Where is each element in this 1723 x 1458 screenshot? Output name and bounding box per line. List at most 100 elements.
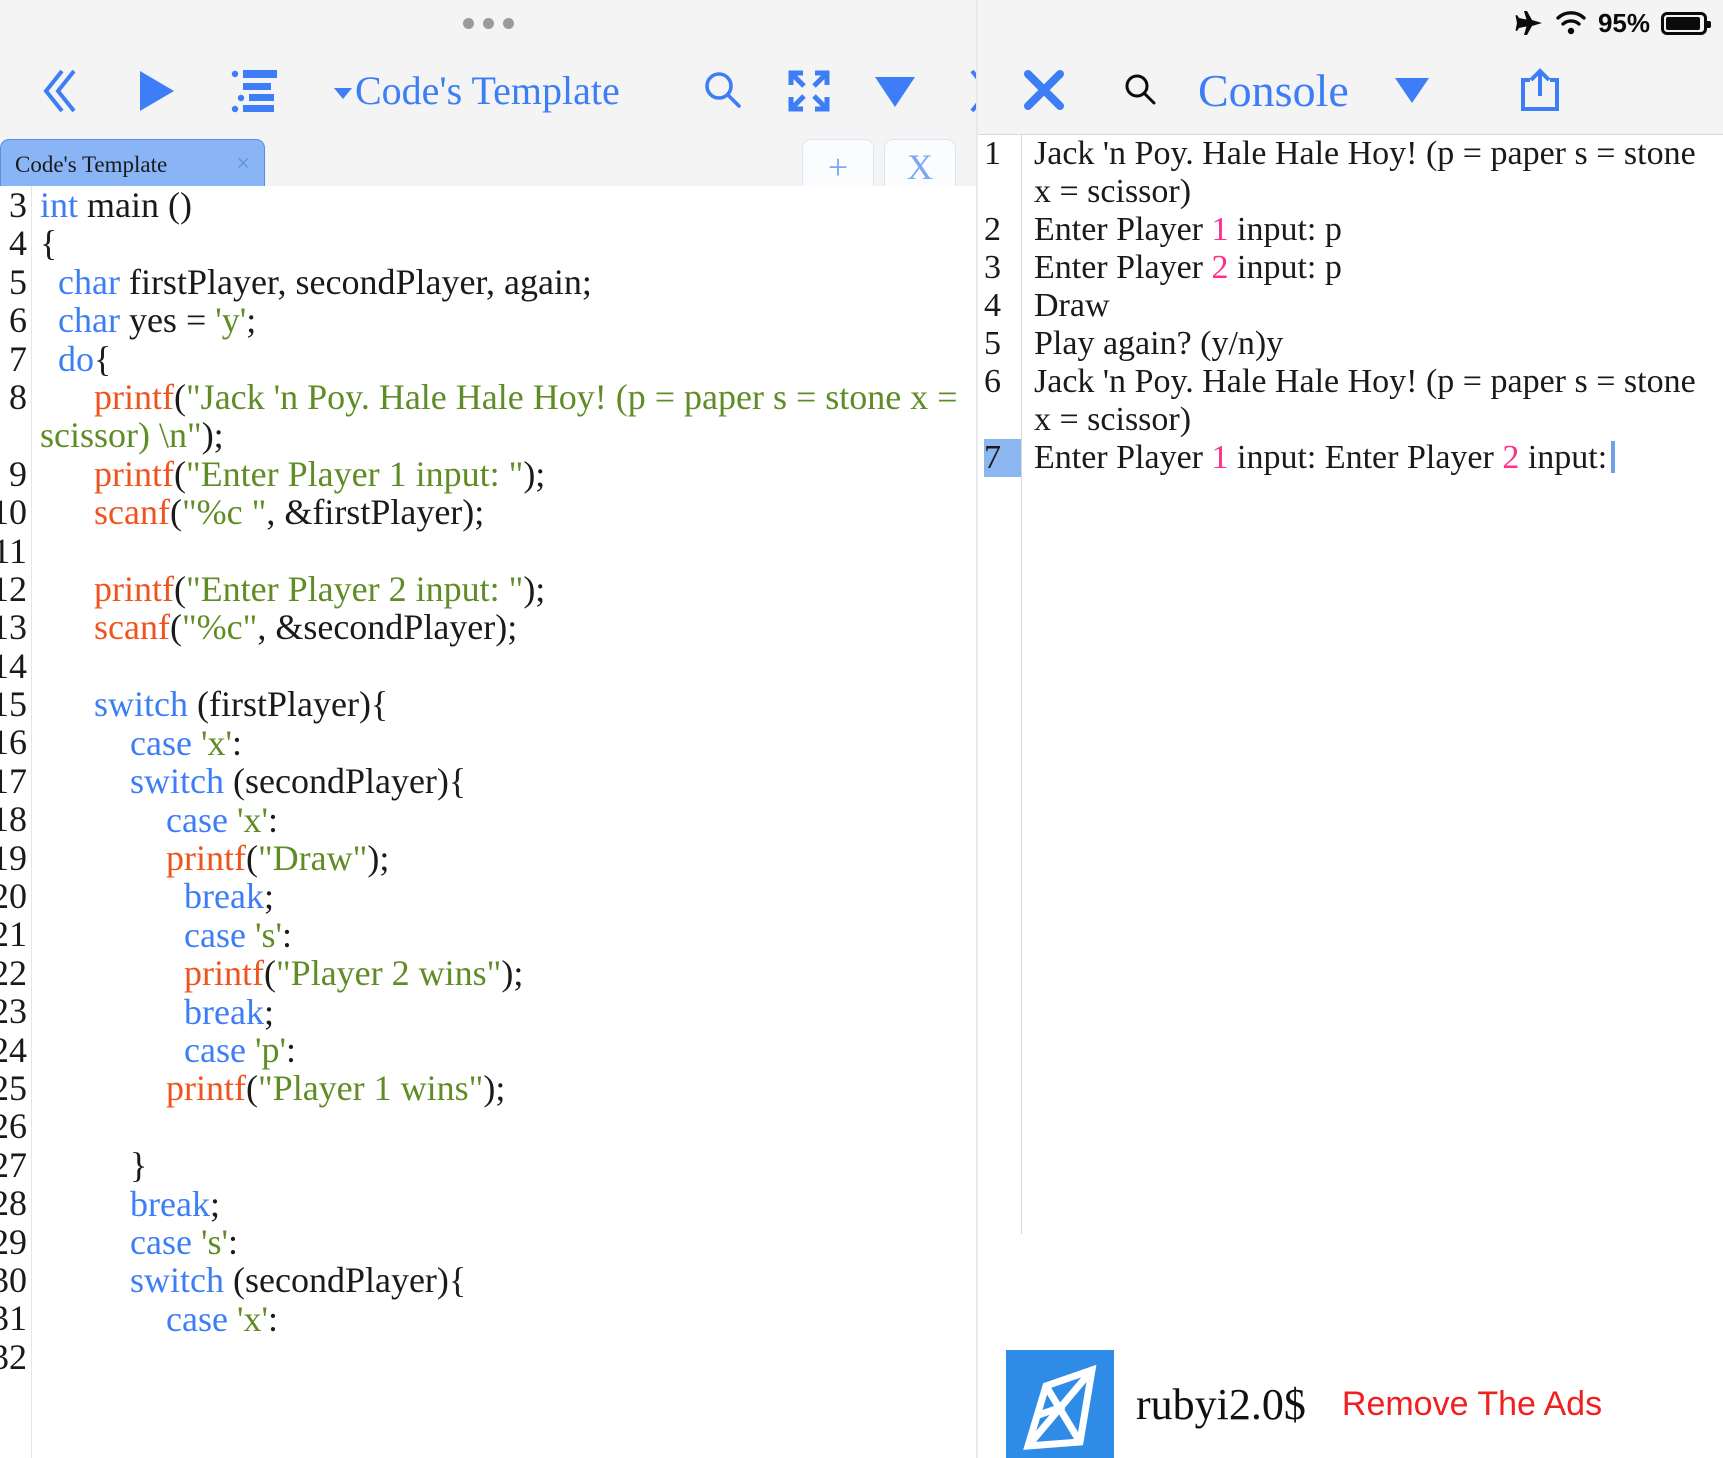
code-line: printf("Enter Player 1 input: "); xyxy=(40,455,976,493)
grabber-dot xyxy=(462,17,474,29)
code-token: 'x' xyxy=(236,1298,268,1339)
console-dropdown-button[interactable] xyxy=(1369,77,1455,103)
code-token: : xyxy=(267,799,278,840)
play-icon xyxy=(140,70,174,111)
code-token: ( xyxy=(245,837,258,878)
collapse-left-button[interactable] xyxy=(18,65,108,117)
code-line: case 'p': xyxy=(40,1031,976,1069)
line-number: 15 xyxy=(0,684,27,725)
code-token: 's' xyxy=(200,1221,228,1262)
line-number: 11 xyxy=(0,530,27,571)
code-token: ; xyxy=(263,876,274,917)
outline-button[interactable] xyxy=(204,68,304,114)
code-token: ); xyxy=(201,415,224,456)
collapse-right-button[interactable] xyxy=(938,65,976,117)
grabber-dot xyxy=(482,17,494,29)
code-token: ( xyxy=(173,569,186,610)
editor-tab-codes-template[interactable]: Code's Template × xyxy=(0,139,265,189)
editor-chrome: Code's Template xyxy=(0,0,976,133)
run-button[interactable] xyxy=(108,67,204,115)
editor-search-button[interactable] xyxy=(680,70,766,112)
code-editor-surface[interactable]: 3456789101112131415161718192021222324252… xyxy=(0,186,976,1458)
code-token: case xyxy=(184,1029,246,1070)
console-line: Jack 'n Poy. Hale Hale Hoy! (p = paper s… xyxy=(1034,363,1719,439)
app-root: Code's Template Code's Template × + X 3 … xyxy=(0,0,1723,1458)
code-line: do{ xyxy=(40,338,976,379)
code-token: printf xyxy=(94,569,174,610)
code-line: int main () xyxy=(40,186,976,224)
line-number: 19 xyxy=(0,837,27,878)
console-line-number: 7 xyxy=(984,439,1021,477)
line-number: 32 xyxy=(0,1336,27,1377)
code-token: ); xyxy=(523,569,546,610)
console-output-area[interactable]: 1234567 Jack 'n Poy. Hale Hale Hoy! (p =… xyxy=(978,134,1723,1234)
remove-ads-link[interactable]: Remove The Ads xyxy=(1342,1385,1602,1424)
document-title-label: Code's Template xyxy=(355,68,620,113)
code-line: case 'x': xyxy=(40,799,976,840)
editor-dropdown-button[interactable] xyxy=(852,73,938,109)
ios-status-bar: 95% xyxy=(978,0,1723,46)
line-number: 27 xyxy=(0,1144,27,1185)
code-token: ); xyxy=(523,453,546,494)
console-search-button[interactable] xyxy=(1100,71,1180,109)
code-token: ); xyxy=(501,953,524,994)
code-token: case xyxy=(166,799,228,840)
code-line: case 's': xyxy=(40,916,976,954)
console-line: Play again? (y/n)y xyxy=(1034,325,1719,363)
editor-code-text[interactable]: int main () { char firstPlayer, secondPla… xyxy=(32,186,976,1458)
console-text: Play again? (y/n)y xyxy=(1034,325,1284,362)
code-line: scanf("%c ", &firstPlayer); xyxy=(40,493,976,531)
code-token: { xyxy=(94,338,112,379)
code-token: ( xyxy=(169,607,182,648)
code-token: : xyxy=(281,914,292,955)
console-close-button[interactable] xyxy=(1004,67,1084,113)
chevron-down-icon xyxy=(334,88,352,99)
code-token: ; xyxy=(209,1183,220,1224)
code-token: switch xyxy=(130,1260,224,1301)
editor-tabstrip: Code's Template × + X xyxy=(0,133,976,195)
code-token: "Enter Player 1 input: " xyxy=(185,453,524,494)
code-token: : xyxy=(227,1221,238,1262)
code-token: 'y' xyxy=(215,300,247,341)
line-number: 26 xyxy=(0,1106,27,1147)
line-number: 23 xyxy=(0,991,27,1032)
console-output-text[interactable]: Jack 'n Poy. Hale Hale Hoy! (p = paper s… xyxy=(1022,135,1723,1234)
code-token: "Enter Player 2 input: " xyxy=(185,569,524,610)
console-player-number: 1 xyxy=(1211,211,1229,248)
fullscreen-button[interactable] xyxy=(766,69,852,113)
window-grabber-handle[interactable] xyxy=(0,14,976,32)
console-line: Jack 'n Poy. Hale Hale Hoy! (p = paper s… xyxy=(1034,135,1719,211)
code-line: switch (secondPlayer){ xyxy=(40,1261,976,1299)
line-number: 14 xyxy=(0,645,27,686)
console-line: Enter Player 1 input: p xyxy=(1034,211,1719,249)
console-text: Jack 'n Poy. Hale Hale Hoy! (p = paper s… xyxy=(1034,363,1696,438)
console-title: Console xyxy=(1198,64,1349,116)
document-title-dropdown[interactable]: Code's Template xyxy=(334,67,620,114)
tab-label: Code's Template xyxy=(15,151,168,177)
code-token: ( xyxy=(173,377,186,418)
line-number: 21 xyxy=(0,914,27,955)
ad-banner[interactable]: rubyi2.0$ Remove The Ads xyxy=(978,1350,1723,1458)
close-icon[interactable]: × xyxy=(230,151,250,178)
code-line: char firstPlayer, secondPlayer, again; xyxy=(40,263,976,301)
console-toolbar: Console xyxy=(978,46,1723,134)
console-text: Enter Player xyxy=(1034,211,1212,248)
code-token: scanf xyxy=(94,607,170,648)
code-token: scanf xyxy=(94,492,170,533)
code-token: 's' xyxy=(254,914,282,955)
code-token: : xyxy=(285,1029,296,1070)
code-line: switch (secondPlayer){ xyxy=(40,762,976,800)
code-line: case 'x': xyxy=(40,723,976,762)
close-x-icon xyxy=(1024,70,1064,110)
editor-pane: Code's Template Code's Template × + X 3 … xyxy=(0,0,976,1458)
code-token: ); xyxy=(367,837,390,878)
code-token: int xyxy=(40,186,79,225)
code-token: printf xyxy=(166,837,246,878)
console-share-button[interactable] xyxy=(1497,66,1583,114)
line-number: 10 xyxy=(0,492,27,533)
code-token: case xyxy=(166,1298,228,1339)
code-token: do xyxy=(58,338,94,379)
line-number: 9 xyxy=(9,453,27,494)
